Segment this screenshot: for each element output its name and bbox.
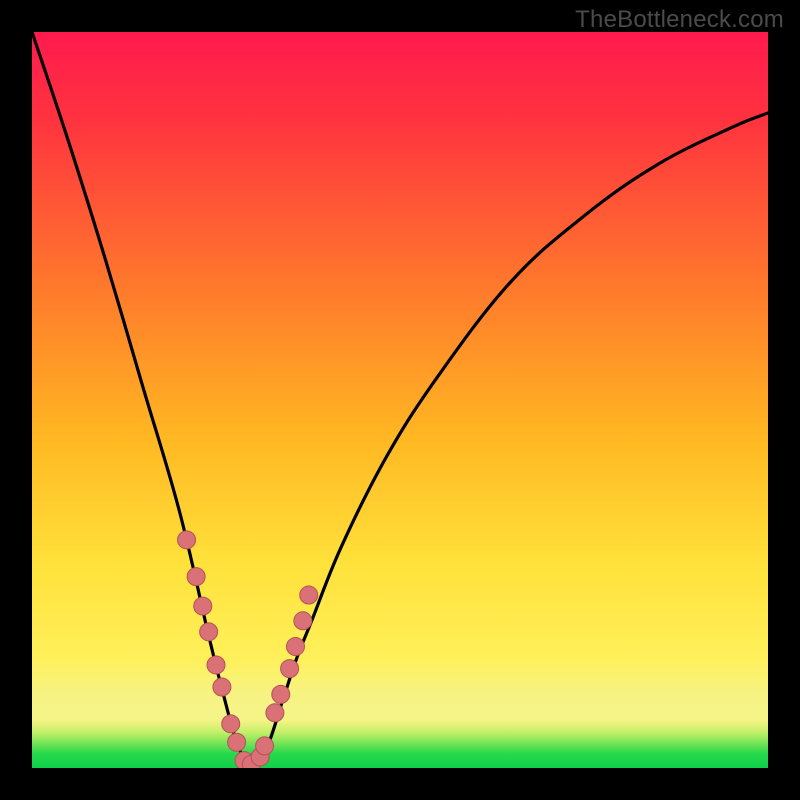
watermark-text: TheBottleneck.com: [575, 6, 784, 34]
sample-marker: [286, 638, 304, 656]
sample-marker: [272, 685, 290, 703]
sample-marker: [294, 612, 312, 630]
sample-marker: [200, 623, 218, 641]
sample-marker: [256, 737, 274, 755]
sample-marker: [300, 586, 318, 604]
sample-marker: [213, 678, 231, 696]
plot-area: [32, 32, 768, 768]
sample-marker: [222, 715, 240, 733]
sample-marker: [194, 597, 212, 615]
bottleneck-curve: [32, 32, 768, 768]
sample-marker: [266, 704, 284, 722]
sample-marker: [178, 531, 196, 549]
sample-markers: [178, 531, 318, 768]
curve-layer: [32, 32, 768, 768]
chart-frame: TheBottleneck.com: [0, 0, 800, 800]
sample-marker: [187, 568, 205, 586]
sample-marker: [228, 733, 246, 751]
sample-marker: [281, 660, 299, 678]
sample-marker: [207, 656, 225, 674]
